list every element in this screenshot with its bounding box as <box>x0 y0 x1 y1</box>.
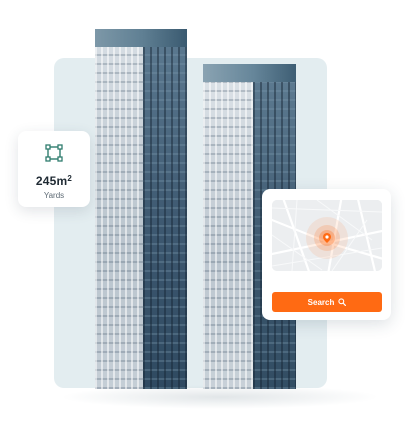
area-measure-icon <box>45 144 63 162</box>
area-card: 245m2 Yards <box>18 131 90 207</box>
map-view[interactable] <box>272 200 382 271</box>
search-button[interactable]: Search <box>272 292 382 312</box>
building-right-crown <box>203 64 296 82</box>
area-value: 245m2 <box>35 174 73 188</box>
search-icon <box>338 298 347 306</box>
building-left-image <box>95 29 187 389</box>
building-left-crown <box>95 29 187 47</box>
building-left-shaded-facade <box>143 29 187 389</box>
location-pin-icon <box>323 233 331 243</box>
area-unit: Yards <box>43 191 65 200</box>
area-superscript: 2 <box>67 174 73 183</box>
building-left-lit-facade <box>95 29 143 389</box>
search-button-label: Search <box>307 297 335 307</box>
building-right-lit-facade <box>203 64 253 389</box>
map-search-card: Search <box>262 189 391 320</box>
